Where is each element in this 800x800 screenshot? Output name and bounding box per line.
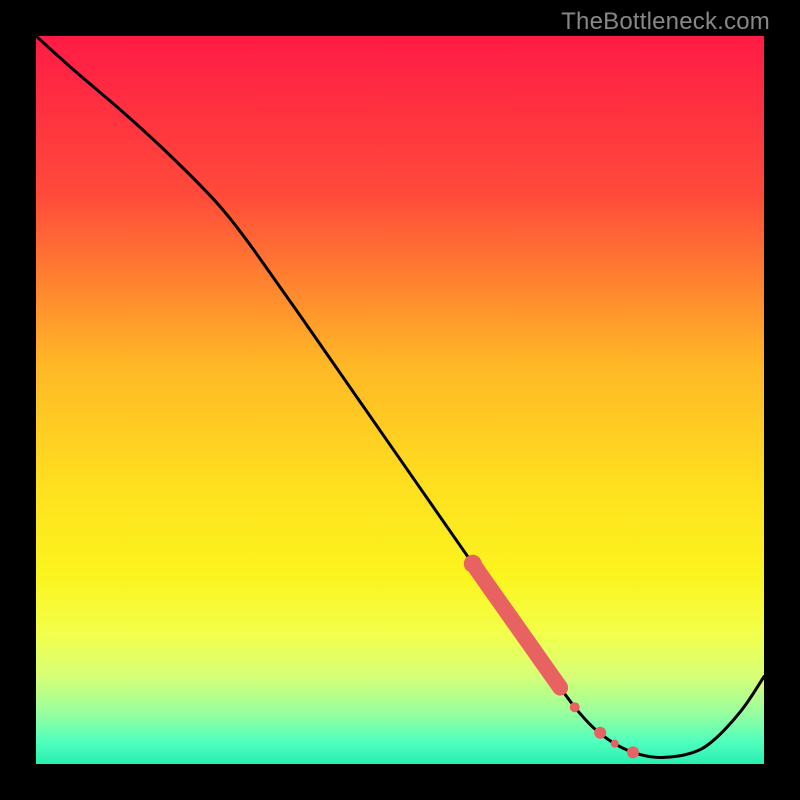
- gradient-background: [36, 36, 764, 764]
- highlight-dot: [570, 702, 580, 712]
- watermark-text: TheBottleneck.com: [561, 8, 770, 36]
- highlight-dot: [611, 740, 619, 748]
- plot-area: [36, 36, 764, 764]
- highlight-dot: [627, 746, 639, 758]
- highlight-cap: [464, 555, 482, 573]
- bottleneck-curve-chart: [36, 36, 764, 764]
- highlight-dot: [594, 727, 606, 739]
- chart-frame: TheBottleneck.com: [0, 0, 800, 800]
